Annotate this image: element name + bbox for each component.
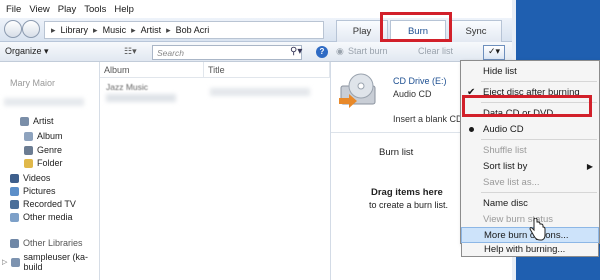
radio-dot-icon <box>469 126 474 132</box>
menu-file[interactable]: File <box>2 4 25 15</box>
sidebar-item-label: Album <box>37 131 63 141</box>
breadcrumb-arrow-icon: ▸ <box>131 24 136 35</box>
tab-play[interactable]: Play <box>336 20 388 42</box>
sidebar-item-label: Pictures <box>23 186 56 196</box>
toolbar: Organize ▾ ☷▾ Search ⚲▾ ? ◉ Start burn C… <box>0 42 512 62</box>
insert-disc-text: Insert a blank CD <box>393 114 463 124</box>
sidebar-item-other-libraries[interactable]: Other Libraries <box>10 238 83 248</box>
user-library-icon <box>11 257 20 267</box>
breadcrumb-bob-acri[interactable]: Bob Acri <box>176 25 210 35</box>
menu-separator <box>481 102 597 103</box>
library-content: Album Title Jazz Music <box>100 62 330 280</box>
menu-item-eject[interactable]: ✔ Eject disc after burning <box>461 84 599 100</box>
menu-bar: File View Play Tools Help <box>0 0 512 18</box>
breadcrumb-arrow-icon: ▸ <box>166 24 171 35</box>
disc-type: Audio CD <box>393 89 432 99</box>
tab-burn[interactable]: Burn <box>390 20 446 42</box>
menu-item-help-burning[interactable]: Help with burning... <box>461 243 599 257</box>
album-icon <box>24 131 33 141</box>
other-media-icon <box>10 212 19 222</box>
blurred-row <box>106 94 176 102</box>
sidebar-item-album[interactable]: Album <box>24 131 63 141</box>
sidebar-item-folder[interactable]: Folder <box>24 158 63 168</box>
pictures-icon <box>10 186 19 196</box>
sidebar-item-label: Other media <box>23 212 73 222</box>
cd-drive-icon <box>339 73 376 108</box>
sidebar-item-recorded-tv[interactable]: Recorded TV <box>10 199 76 209</box>
menu-item-label: Audio CD <box>483 123 524 135</box>
sidebar-item-label: sampleuser (ka-build <box>23 252 89 272</box>
menu-item-data-cd[interactable]: Data CD or DVD <box>461 105 599 121</box>
hand-cursor-icon <box>529 218 546 241</box>
videos-icon <box>10 173 19 183</box>
menu-help[interactable]: Help <box>110 4 138 15</box>
column-header-album[interactable]: Album <box>100 62 204 78</box>
sidebar-item-genre[interactable]: Genre <box>24 145 62 155</box>
menu-separator <box>481 81 597 82</box>
breadcrumb-arrow-icon: ▸ <box>93 24 98 35</box>
menu-play[interactable]: Play <box>54 4 80 15</box>
checkmark-icon: ✔ <box>467 86 476 98</box>
menu-separator <box>481 192 597 193</box>
start-burn-icon: ◉ <box>336 46 344 56</box>
breadcrumb: ▸ Library ▸ Music ▸ Artist ▸ Bob Acri <box>44 21 324 39</box>
menu-item-label: Sort list by <box>483 160 528 172</box>
drag-hint-heading: Drag items here <box>371 187 443 198</box>
organize-button[interactable]: Organize ▾ <box>5 46 49 57</box>
burn-options-button[interactable]: ✓▾ <box>483 45 505 60</box>
sidebar-item-videos[interactable]: Videos <box>10 173 50 183</box>
sidebar-item-sampleuser[interactable]: ▷ sampleuser (ka-build <box>2 252 99 272</box>
breadcrumb-arrow-icon: ▸ <box>51 24 56 35</box>
menu-item-save-list[interactable]: Save list as... <box>461 174 599 190</box>
sidebar-item-label: Videos <box>23 173 51 183</box>
search-icon[interactable]: ⚲▾ <box>290 46 302 57</box>
menu-item-hide-list[interactable]: Hide list <box>461 63 599 79</box>
sidebar-item-pictures[interactable]: Pictures <box>10 186 56 196</box>
start-burn-button[interactable]: Start burn <box>348 46 388 56</box>
burn-list-title[interactable]: Burn list <box>379 147 413 158</box>
sidebar-item-label: Folder <box>37 158 63 168</box>
drive-name[interactable]: CD Drive (E:) <box>393 76 447 86</box>
breadcrumb-artist[interactable]: Artist <box>141 25 162 35</box>
other-libraries-icon <box>10 238 19 248</box>
menu-item-label: Eject disc after burning <box>483 86 580 98</box>
view-options-icon[interactable]: ☷▾ <box>124 46 137 57</box>
clear-list-button[interactable]: Clear list <box>418 46 453 56</box>
sidebar-item-artist[interactable]: Artist <box>20 116 54 126</box>
menu-separator <box>481 139 597 140</box>
menu-item-name-disc[interactable]: Name disc <box>461 195 599 211</box>
menu-item-audio-cd[interactable]: Audio CD <box>461 121 599 137</box>
forward-button[interactable] <box>22 20 40 38</box>
back-button[interactable] <box>4 20 22 38</box>
breadcrumb-music[interactable]: Music <box>103 25 127 35</box>
sidebar-item-label: Other Libraries <box>23 238 83 248</box>
menu-item-sort[interactable]: Sort list by ▶ <box>461 158 599 174</box>
genre-icon <box>24 145 33 155</box>
blurred-row <box>210 88 310 96</box>
menu-tools[interactable]: Tools <box>80 4 110 15</box>
breadcrumb-library[interactable]: Library <box>61 25 89 35</box>
help-icon[interactable]: ? <box>316 46 328 58</box>
user-name[interactable]: Mary Maior <box>10 78 55 88</box>
recorded-tv-icon <box>10 199 19 209</box>
sidebar-item-label: Recorded TV <box>23 199 76 209</box>
blurred-item <box>4 98 84 106</box>
sidebar-item-label: Genre <box>37 145 63 155</box>
navigation-pane: Mary Maior Artist Album Genre Folder Vid… <box>0 62 100 280</box>
submenu-arrow-icon: ▶ <box>586 161 593 171</box>
column-header-title[interactable]: Title <box>204 62 330 78</box>
menu-item-shuffle[interactable]: Shuffle list <box>461 142 599 158</box>
menu-view[interactable]: View <box>25 4 53 15</box>
drag-hint-text: to create a burn list. <box>369 200 449 210</box>
expand-arrow-icon: ▷ <box>2 259 8 266</box>
burn-options-menu: Hide list ✔ Eject disc after burning Dat… <box>460 60 600 244</box>
search-input[interactable]: Search <box>152 45 302 60</box>
folder-icon <box>24 158 33 168</box>
artist-icon <box>20 116 29 126</box>
album-name[interactable]: Jazz Music <box>106 82 148 92</box>
sidebar-item-other-media[interactable]: Other media <box>10 212 73 222</box>
sidebar-item-label: Artist <box>33 116 54 126</box>
tab-sync[interactable]: Sync <box>450 20 502 42</box>
